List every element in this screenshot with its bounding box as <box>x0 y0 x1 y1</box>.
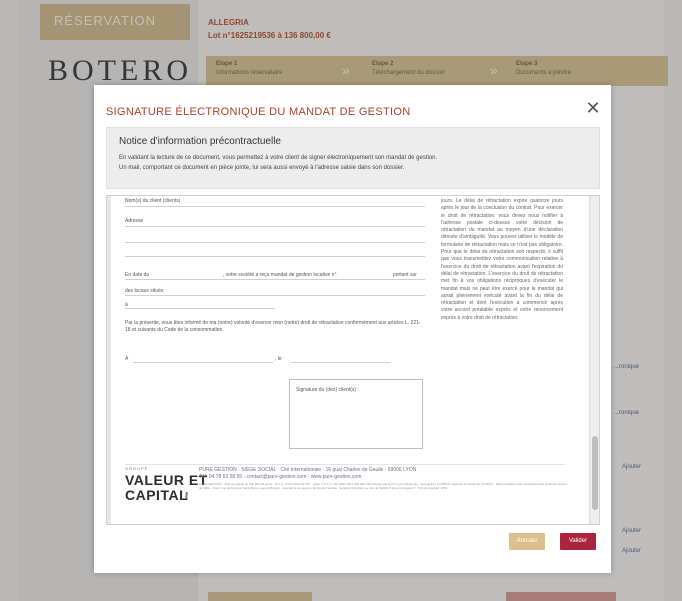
footer-contact: Tél. 04 78 63 58 55 · contact@pure-gesti… <box>199 474 362 480</box>
retraction-paragraph: Par la présente, vous êtes informé de ma… <box>125 320 421 333</box>
mandate-label: , votre société a reçu mandat de gestion… <box>223 272 337 278</box>
company-logo-line1: VALEUR ET <box>125 472 208 488</box>
form-line <box>125 242 425 243</box>
form-line <box>291 362 391 363</box>
retraction-info-text: jours. Le délai de rétractation expire q… <box>441 198 563 321</box>
form-line <box>125 308 275 309</box>
document-viewer[interactable]: Nom(s) du client (clients) Adresse En da… <box>106 195 600 525</box>
date-label: En date du <box>125 272 150 278</box>
modal-title: SIGNATURE ÉLECTRONIQUE DU MANDAT DE GEST… <box>106 106 411 118</box>
signature-label: Signature du (des) client(s) : <box>296 387 359 393</box>
form-line <box>133 362 273 363</box>
close-icon[interactable]: ✕ <box>584 99 602 117</box>
premises-label: des locaux situés <box>125 288 164 294</box>
notice-text-line1: En validant la lecture de ce document, v… <box>119 155 438 161</box>
company-logo-line2: CAPITAL <box>125 487 189 503</box>
form-line <box>125 256 425 257</box>
client-name-label: Nom(s) du client (clients) <box>125 198 181 204</box>
form-line <box>125 295 425 296</box>
form-line <box>125 279 425 280</box>
cancel-button[interactable]: Annuler <box>509 533 545 550</box>
form-line <box>125 206 425 207</box>
address-label: Adresse <box>125 218 144 224</box>
notice-text-line2: Un mail, comportant ce document en pièce… <box>119 165 405 171</box>
place-label: À <box>125 356 129 362</box>
group-label: GROUPE <box>125 466 149 471</box>
signature-box[interactable]: Signature du (des) client(s) : <box>289 379 423 449</box>
footer-legal: PURE GESTION · SAS au capital de 100 000… <box>199 482 567 490</box>
covering-label: portant sur <box>393 272 417 278</box>
document-scrollbar[interactable] <box>591 196 599 524</box>
form-line <box>125 226 425 227</box>
scrollbar-thumb[interactable] <box>592 436 598 510</box>
signature-modal: SIGNATURE ÉLECTRONIQUE DU MANDAT DE GEST… <box>94 85 611 573</box>
document-page: Nom(s) du client (clients) Adresse En da… <box>111 196 589 524</box>
footer-divider <box>125 464 565 465</box>
notice-title: Notice d'information précontractuelle <box>119 136 281 147</box>
signing-date-label: , le <box>275 356 282 362</box>
footer-address: PURE GESTION · SIÈGE SOCIAL · Cité Inter… <box>199 467 417 473</box>
company-logo-icon: ℓ <box>185 491 189 502</box>
notice-box: Notice d'information précontractuelle En… <box>106 127 600 189</box>
validate-button[interactable]: Valider <box>560 533 596 550</box>
